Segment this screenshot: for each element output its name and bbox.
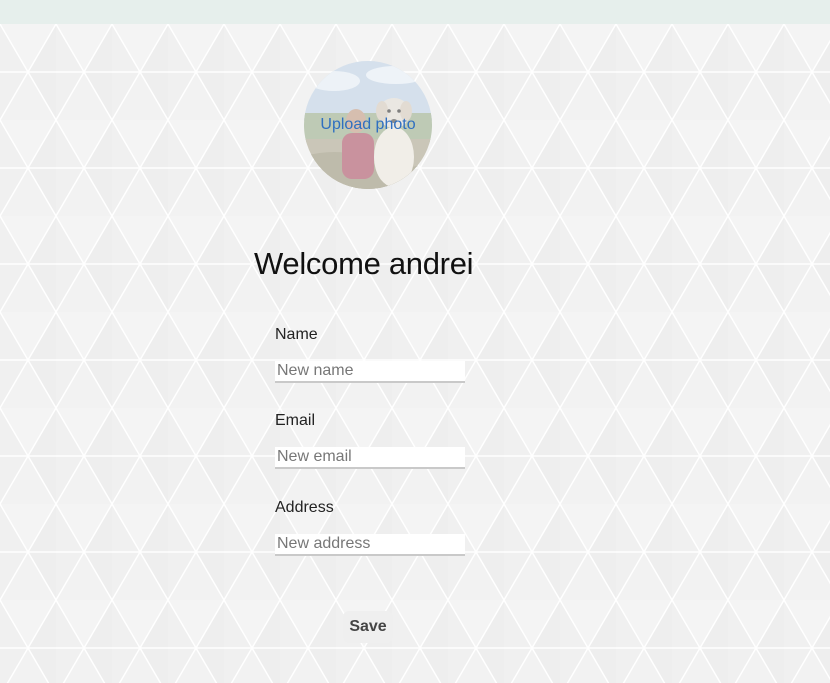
profile-photo-upload[interactable]: Upload photo bbox=[304, 61, 432, 189]
save-button[interactable]: Save bbox=[343, 611, 393, 643]
email-label: Email bbox=[275, 412, 316, 429]
email-input[interactable] bbox=[275, 447, 465, 469]
upload-photo-link[interactable]: Upload photo bbox=[304, 61, 432, 189]
address-input[interactable] bbox=[275, 534, 465, 556]
address-label: Address bbox=[275, 499, 334, 516]
welcome-heading: Welcome andrei bbox=[254, 246, 474, 281]
name-input[interactable] bbox=[275, 361, 465, 383]
top-bar bbox=[0, 0, 830, 24]
name-label: Name bbox=[275, 326, 318, 343]
